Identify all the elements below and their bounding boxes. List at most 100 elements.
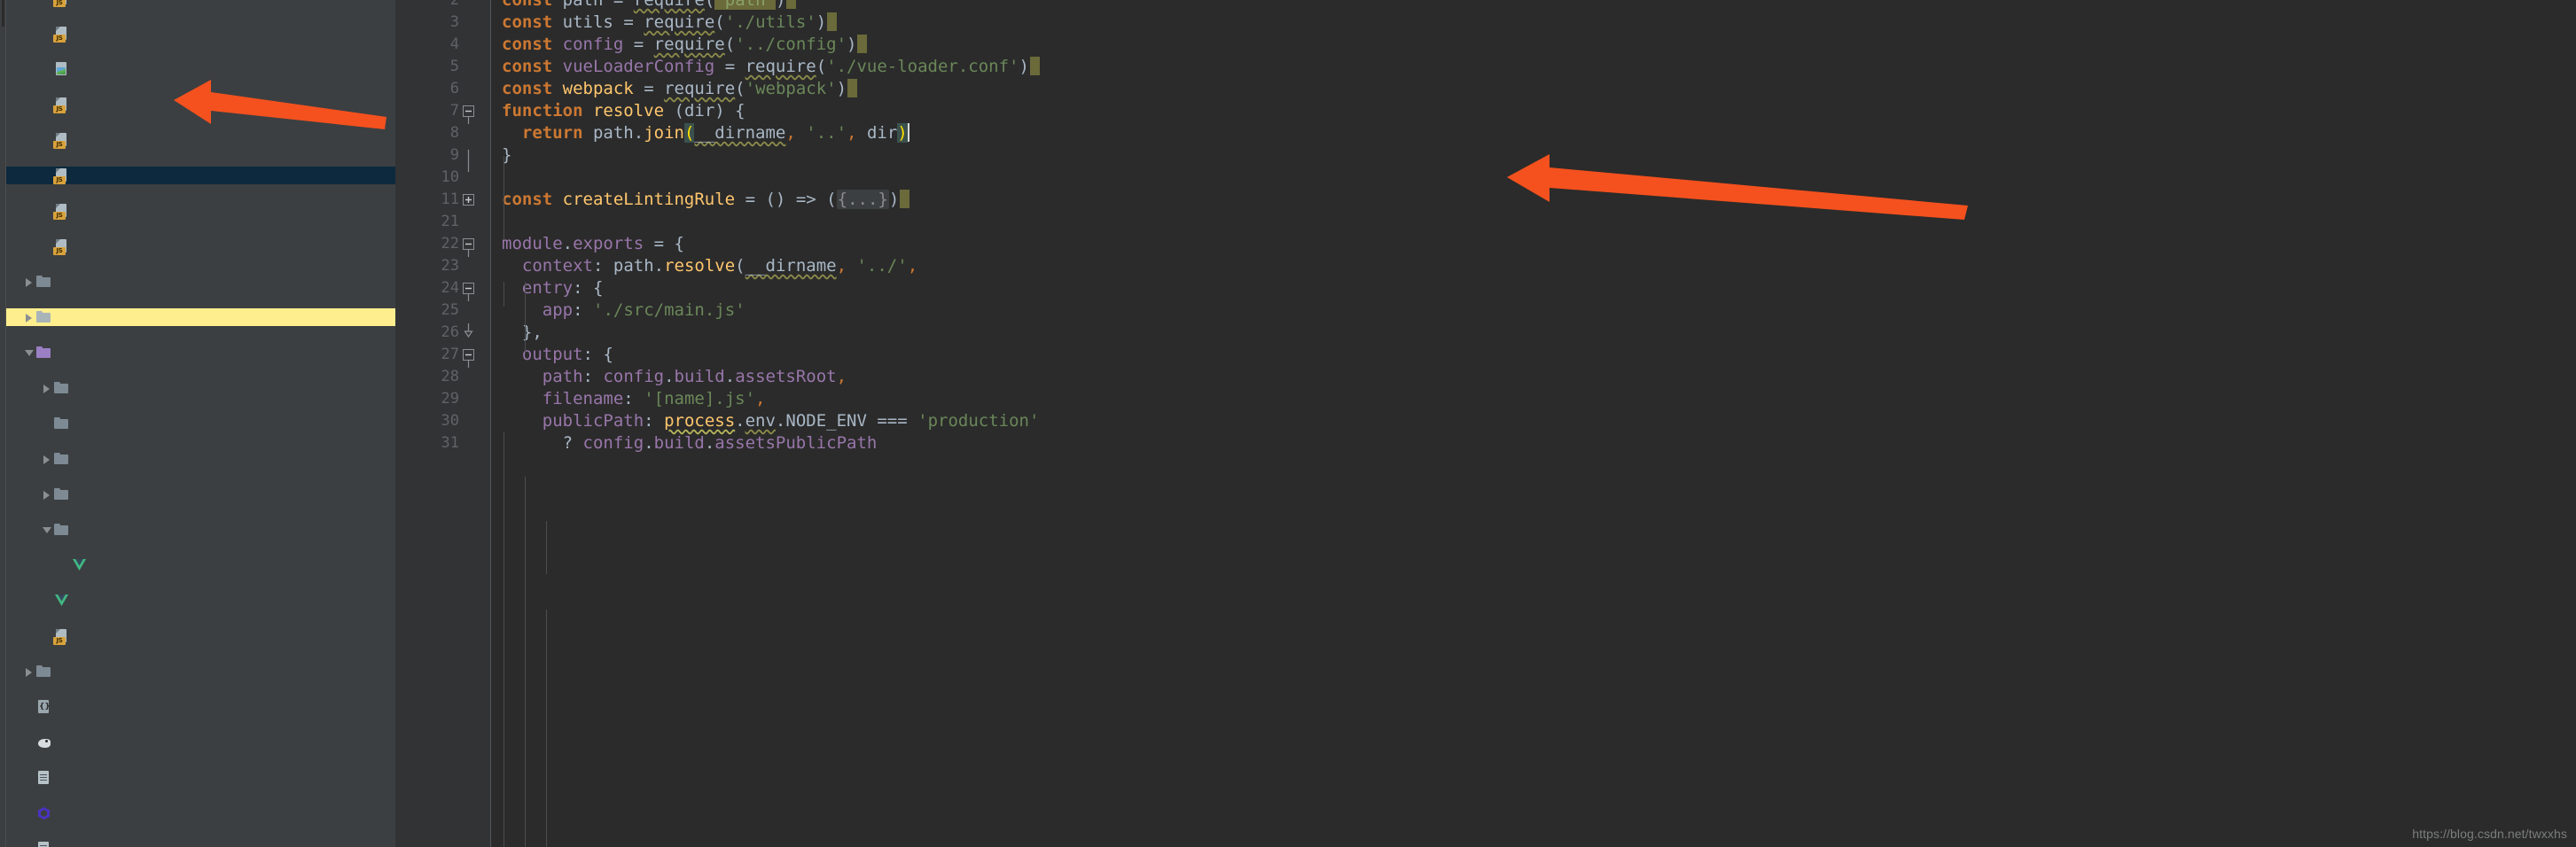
folder-icon [35,663,53,680]
tree-row-game-vue[interactable] [6,556,395,574]
line-number: 3 [449,13,459,31]
tree-row-node-modules[interactable] [6,308,395,326]
code-editor[interactable]: 2 3 4 5 6 7 8 9 10 11 21 22 23 24 25 26 27 28 29 30 31 const… [395,0,2576,847]
collapse-arrow-icon[interactable] [24,344,35,361]
line-number: 21 [441,213,459,230]
text-file-icon [35,840,53,847]
line-number: 4 [449,35,459,53]
expand-arrow-icon[interactable] [24,308,35,326]
tree-row--gitignore[interactable] [6,840,395,847]
code-line-6[interactable]: const webpack = require('webpack') [502,78,858,100]
file-tree[interactable]: JS JS JS JS JS JS JS JS [6,0,395,847]
fold-end-icon[interactable] [463,323,474,338]
code-line-24[interactable]: entry: { [502,277,604,299]
tree-row-request[interactable] [6,450,395,468]
tree-row-check-versions-js[interactable]: JS [6,25,395,43]
code-line-11[interactable]: const createLintingRule = () => ({...}) [502,189,910,211]
code-line-28[interactable]: path: config.build.assetsRoot, [502,366,847,388]
editor-gutter[interactable]: 2 3 4 5 6 7 8 9 10 11 21 22 23 24 25 26 27 28 29 30 31 [395,0,491,847]
indent-guide [503,282,504,307]
tree-row-app-vue[interactable] [6,592,395,610]
tree-row--babelrc[interactable] [6,698,395,716]
indent-guide [503,156,504,240]
code-line-31[interactable]: ? config.build.assetsPublicPath [502,432,878,455]
tree-row-config[interactable] [6,273,395,291]
png-file-icon [53,60,71,78]
tree-row-assets[interactable] [6,379,395,397]
expand-arrow-icon[interactable] [42,379,52,397]
code-line-5[interactable]: const vueLoaderConfig = require('./vue-l… [502,56,1040,78]
code-line-29[interactable]: filename: '[name].js', [502,388,766,410]
project-tool-window[interactable]: JS JS JS JS JS JS JS JS [0,0,395,847]
fold-minus-icon[interactable] [463,105,474,124]
js-file-icon: JS [53,627,71,645]
code-line-8[interactable]: return path.join(__dirname, '..', dir) [502,122,909,144]
fold-minus-icon[interactable] [463,238,474,257]
expand-arrow-icon[interactable] [24,663,35,680]
indent-guide [525,282,526,353]
tree-row-src[interactable] [6,344,395,361]
folder-icon [53,415,71,432]
fold-minus-icon[interactable] [463,349,474,368]
tree-row-utils-js[interactable]: JS [6,96,395,113]
code-line-27[interactable]: output: { [502,344,613,366]
line-number: 27 [441,346,459,363]
expand-arrow-icon[interactable] [42,450,52,468]
line-number: 26 [441,323,459,341]
babelrc-file-icon [35,698,53,716]
no-toggle-spacer [59,556,70,574]
collapsed-code-fold[interactable]: {...} [836,190,889,209]
text-file-icon [35,769,53,787]
code-line-25[interactable]: app: './src/main.js' [502,299,745,322]
code-line-30[interactable]: publicPath: process.env.NODE_ENV === 'pr… [502,410,1040,432]
code-line-3[interactable]: const utils = require('./utils') [502,12,838,34]
expand-arrow-icon[interactable] [42,486,52,503]
tree-row-webpack-dev-conf-js[interactable]: JS [6,202,395,220]
tree-row-components[interactable] [6,415,395,432]
tree-row--editorconfig[interactable] [6,734,395,751]
line-number: 24 [441,279,459,297]
expand-arrow-icon[interactable] [24,273,35,291]
tree-row-build-js[interactable]: JS [6,0,395,7]
code-line-2[interactable]: const path = require('path') [502,0,797,12]
tree-row-view[interactable] [6,521,395,539]
tree-row-router[interactable] [6,486,395,503]
tree-row-logo-png[interactable] [6,60,395,78]
indent-guide [503,432,504,847]
fold-bar-icon[interactable] [463,150,474,172]
no-toggle-spacer [42,60,52,78]
fold-plus-icon[interactable] [463,194,474,206]
folder-icon [35,273,53,291]
collapse-arrow-icon[interactable] [42,521,52,539]
eol-selection-marker [900,190,910,208]
eslint-file-icon [35,804,53,822]
code-line-23[interactable]: context: path.resolve(__dirname, '../', [502,255,917,277]
fold-minus-icon[interactable] [463,283,474,301]
code-line-4[interactable]: const config = require('../config') [502,34,868,56]
line-number: 25 [441,301,459,319]
code-line-7[interactable]: function resolve (dir) { [502,100,745,122]
tree-row-vue-loader-conf-js[interactable]: JS [6,131,395,149]
tree-row--eslintignore[interactable] [6,769,395,787]
watermark-text: https://blog.csdn.net/twxxhs [2412,827,2567,841]
no-toggle-spacer [42,167,52,184]
editor-code-area[interactable]: const path = require('path') const utils … [491,0,2576,847]
line-number: 11 [441,190,459,208]
tree-row-main-js[interactable]: JS [6,627,395,645]
tree-row-webpack-base-conf-js[interactable]: JS [6,167,395,184]
line-number: 29 [441,390,459,408]
indent-guide [546,610,547,847]
js-file-icon: JS [53,25,71,43]
tree-row-static[interactable] [6,663,395,680]
tree-row-webpack-prod-conf-js[interactable]: JS [6,237,395,255]
no-toggle-spacer [42,237,52,255]
no-toggle-spacer [42,202,52,220]
no-toggle-spacer [24,769,35,787]
code-line-22[interactable]: module.exports = { [502,233,684,255]
ide-window: JSJSJSJSJSJSJSJS 23456789101121222324252… [0,0,2576,847]
js-file-icon: JS [53,0,71,7]
eol-selection-marker [857,35,868,53]
tree-row--eslintrc-js[interactable] [6,804,395,822]
code-line-26[interactable]: }, [502,322,543,344]
line-number: 7 [449,102,459,120]
